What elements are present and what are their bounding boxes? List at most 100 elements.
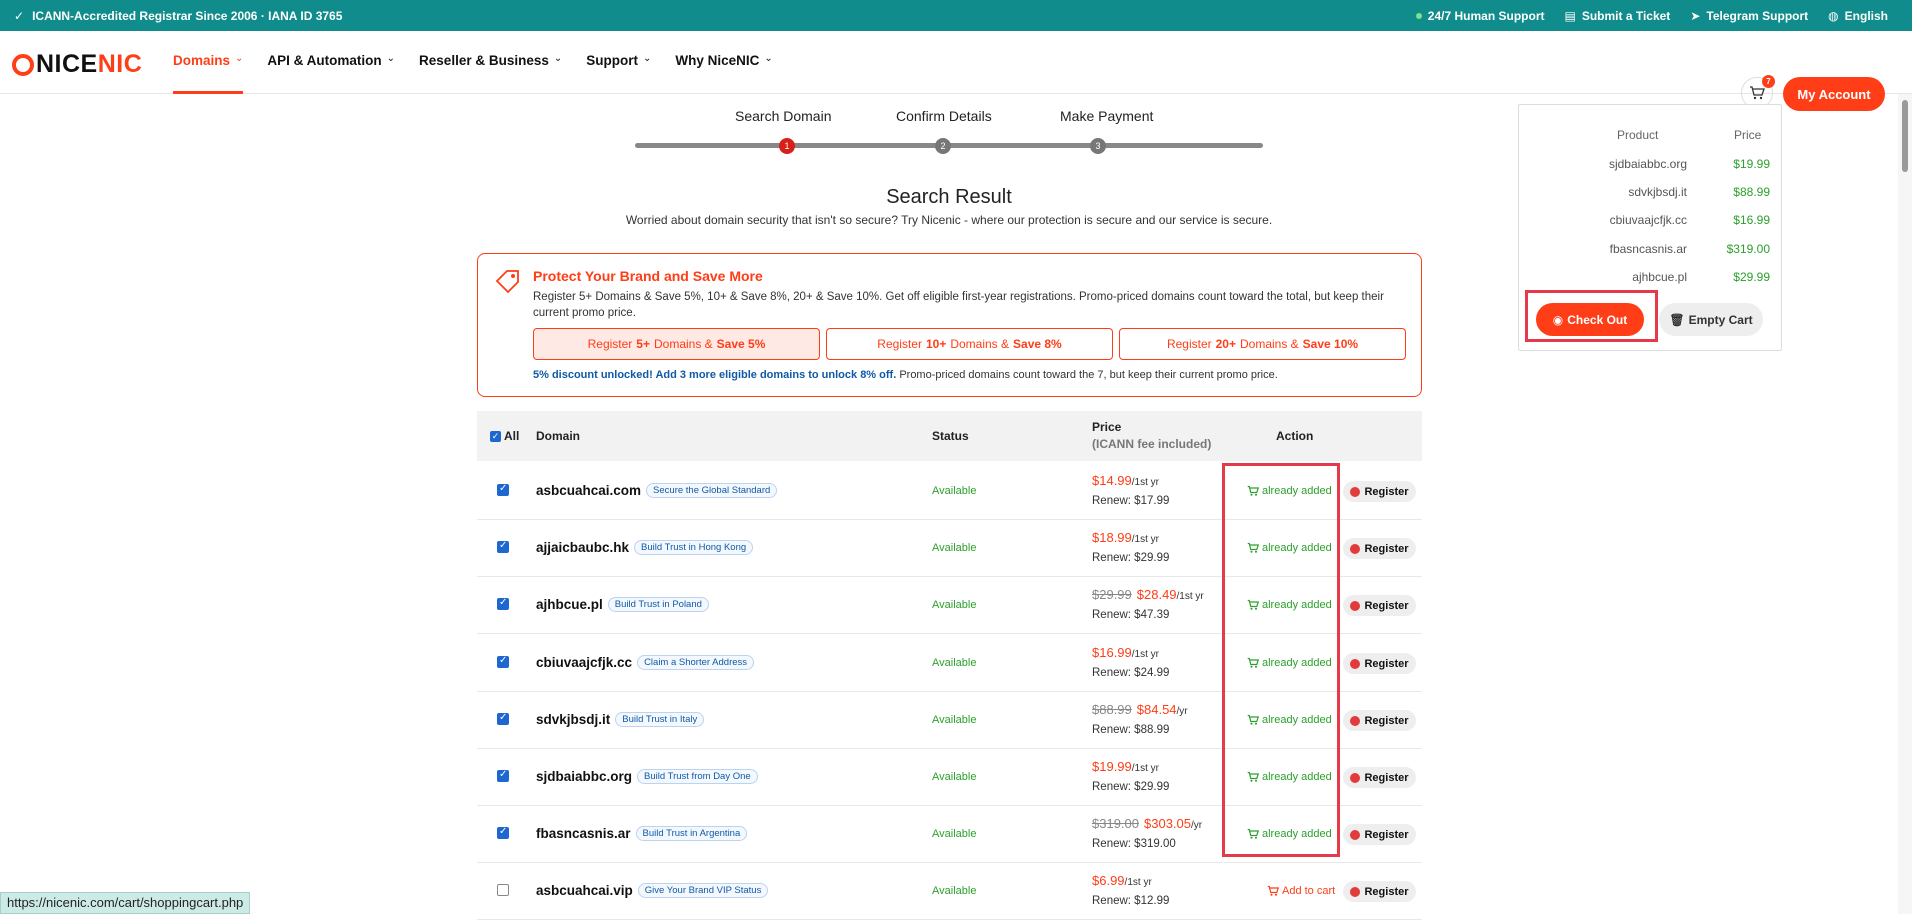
submit-ticket-link[interactable]: ▤ Submit a Ticket bbox=[1564, 9, 1670, 23]
ticket-icon: ▤ bbox=[1564, 8, 1576, 23]
unlock-rest: Promo-priced domains count toward the 7,… bbox=[899, 369, 1278, 381]
register-button[interactable]: Register bbox=[1343, 595, 1416, 616]
step-confirm-details: Confirm Details bbox=[896, 108, 992, 124]
row-checkbox[interactable] bbox=[497, 712, 509, 725]
human-support-link[interactable]: 24/7 Human Support bbox=[1415, 8, 1545, 23]
price-unit: /1st yr bbox=[1131, 763, 1159, 774]
status-text: Available bbox=[932, 714, 977, 726]
nav-domains[interactable]: Domains ⌄ bbox=[173, 53, 244, 94]
col-domain: Domain bbox=[536, 429, 581, 443]
tier-number: 20+ bbox=[1215, 337, 1236, 351]
register-button[interactable]: Register bbox=[1343, 653, 1416, 674]
cart-count-badge: 7 bbox=[1762, 75, 1775, 88]
promo-box: Protect Your Brand and Save More Registe… bbox=[477, 253, 1422, 397]
renew-price: Renew: $12.99 bbox=[1092, 895, 1170, 907]
row-checkbox[interactable] bbox=[497, 884, 509, 896]
add-to-cart-button[interactable]: Add to cart bbox=[1267, 885, 1335, 897]
register-icon bbox=[1350, 772, 1361, 783]
select-all-label: All bbox=[504, 429, 520, 443]
scrollbar-thumb[interactable] bbox=[1902, 100, 1908, 172]
domain-name: asbcuahcai.vip Give Your Brand VIP Status bbox=[536, 883, 769, 898]
status-text: Available bbox=[932, 485, 977, 497]
telegram-support-link[interactable]: ➤ Telegram Support bbox=[1690, 9, 1808, 23]
original-price: $319.00 bbox=[1092, 816, 1139, 831]
cart-item-price: $29.99 bbox=[1733, 270, 1770, 284]
register-icon bbox=[1350, 600, 1361, 611]
select-all-checkbox[interactable]: ✓ bbox=[490, 430, 501, 442]
domain-name: ajjaicbaubc.hk Build Trust in Hong Kong bbox=[536, 540, 754, 555]
price-unit: /1st yr bbox=[1131, 477, 1159, 488]
page-scrollbar[interactable] bbox=[1898, 94, 1912, 914]
row-checkbox[interactable] bbox=[497, 826, 509, 839]
cart-item-product: ajhbcue.pl bbox=[1632, 270, 1687, 284]
tier-prefix: Register bbox=[877, 337, 922, 351]
current-price: $303.05 bbox=[1144, 816, 1191, 831]
tier-prefix: Register bbox=[587, 337, 633, 351]
step-make-payment: Make Payment bbox=[1060, 108, 1154, 124]
nicenic-logo[interactable]: NICE NIC bbox=[12, 50, 142, 79]
empty-cart-button[interactable]: 🗑 Empty Cart bbox=[1659, 303, 1763, 336]
domain-name: ajhbcue.pl Build Trust in Poland bbox=[536, 597, 709, 612]
domain-text: cbiuvaajcfjk.cc bbox=[536, 655, 633, 670]
row-checkbox[interactable] bbox=[497, 597, 509, 610]
renew-price: Renew: $319.00 bbox=[1092, 838, 1176, 850]
price-unit: /yr bbox=[1191, 820, 1203, 831]
register-icon bbox=[1350, 658, 1361, 669]
domain-text: ajhbcue.pl bbox=[536, 597, 603, 612]
price-unit: /1st yr bbox=[1131, 649, 1159, 660]
nav-api-automation[interactable]: API & Automation ⌄ bbox=[267, 53, 395, 93]
tier-10-button[interactable]: Register 10+ Domains & Save 8% bbox=[826, 328, 1113, 360]
register-button[interactable]: Register bbox=[1343, 710, 1416, 731]
row-checkbox[interactable] bbox=[497, 540, 509, 553]
price-unit: /1st yr bbox=[1176, 591, 1204, 602]
step-2-marker: 2 bbox=[935, 138, 951, 154]
tier-5-button[interactable]: Register 5+ Domains & Save 5% bbox=[533, 328, 820, 360]
language-selector[interactable]: ◍ English bbox=[1828, 9, 1888, 23]
my-account-button[interactable]: My Account bbox=[1783, 77, 1885, 111]
cart-item-price: $319.00 bbox=[1726, 242, 1770, 256]
cart-col-price: Price bbox=[1734, 128, 1762, 142]
register-label: Register bbox=[1364, 657, 1409, 670]
unlock-message: 5% discount unlocked! Add 3 more eligibl… bbox=[533, 369, 1278, 381]
checkout-steps: Search Domain Confirm Details Make Payme… bbox=[635, 108, 1263, 158]
promo-description: Register 5+ Domains & Save 5%, 10+ & Sav… bbox=[533, 291, 1384, 319]
row-checkbox[interactable] bbox=[497, 655, 509, 668]
register-button[interactable]: Register bbox=[1343, 824, 1416, 845]
main-navigation: NICE NIC Domains ⌄ API & Automation ⌄ Resel… bbox=[0, 31, 1912, 111]
domain-text: sdvkjbsdj.it bbox=[536, 712, 611, 727]
domain-tag-badge: Build Trust in Hong Kong bbox=[634, 540, 754, 555]
register-label: Register bbox=[1364, 828, 1409, 841]
tier-20-button[interactable]: Register 20+ Domains & Save 10% bbox=[1119, 328, 1406, 360]
price-cell: $16.99/1st yr bbox=[1092, 645, 1159, 660]
cart-icon bbox=[1750, 86, 1765, 100]
human-support-label: 24/7 Human Support bbox=[1427, 8, 1545, 23]
domain-text: fbasncasnis.ar bbox=[536, 826, 631, 841]
add-to-cart-label: Add to cart bbox=[1282, 885, 1336, 897]
nav-reseller-business[interactable]: Reseller & Business ⌄ bbox=[419, 53, 562, 93]
cart-item-product: cbiuvaajcfjk.cc bbox=[1609, 213, 1687, 227]
tier-save: Save 10% bbox=[1302, 337, 1359, 351]
domain-tag-badge: Build Trust from Day One bbox=[637, 769, 758, 784]
register-button[interactable]: Register bbox=[1343, 538, 1416, 559]
row-checkbox[interactable] bbox=[497, 769, 509, 782]
register-button[interactable]: Register bbox=[1343, 881, 1416, 902]
nav-why-nicenic[interactable]: Why NiceNIC ⌄ bbox=[675, 53, 772, 93]
globe-icon: ◍ bbox=[1828, 8, 1839, 23]
register-button[interactable]: Register bbox=[1343, 481, 1416, 502]
checkout-highlight bbox=[1525, 290, 1658, 342]
chevron-down-icon: ⌄ bbox=[764, 53, 773, 64]
status-text: Available bbox=[932, 542, 977, 554]
price-cell: $18.99/1st yr bbox=[1092, 530, 1159, 545]
price-cell: $319.00 $303.05/yr bbox=[1092, 816, 1202, 831]
step-3-marker: 3 bbox=[1090, 138, 1106, 154]
cart-icon bbox=[1267, 885, 1279, 896]
nav-reseller-label: Reseller & Business bbox=[419, 53, 549, 68]
nav-support[interactable]: Support ⌄ bbox=[586, 53, 651, 93]
cart-item-product: sjdbaiabbc.org bbox=[1608, 157, 1687, 171]
select-all[interactable]: ✓ All bbox=[490, 429, 519, 443]
register-button[interactable]: Register bbox=[1343, 767, 1416, 788]
row-checkbox[interactable] bbox=[497, 483, 509, 496]
unlock-bold: 5% discount unlocked! Add 3 more eligibl… bbox=[533, 369, 897, 381]
ticket-label: Submit a Ticket bbox=[1581, 8, 1671, 23]
price-cell: $88.99 $84.54/yr bbox=[1092, 702, 1188, 717]
